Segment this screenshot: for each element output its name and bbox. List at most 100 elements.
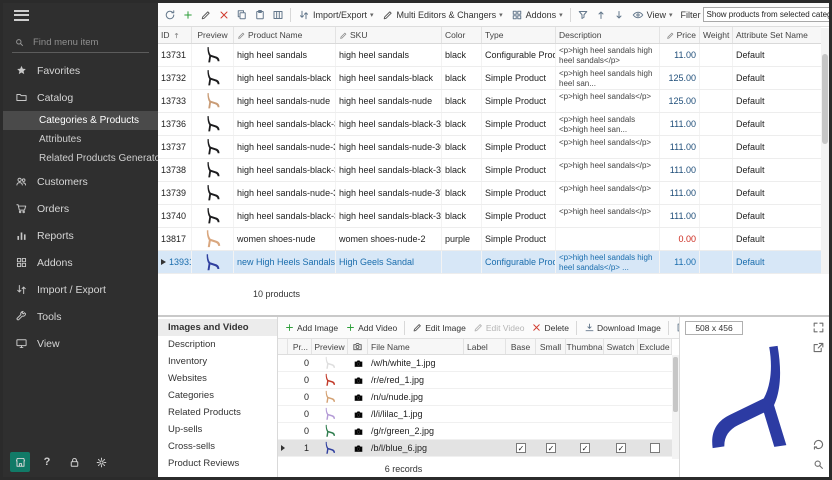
tab-related-products[interactable]: Related Products xyxy=(158,404,277,421)
sidebar-item-attributes[interactable]: Attributes xyxy=(3,130,158,149)
fullscreen-button[interactable] xyxy=(812,321,825,334)
lock-button[interactable] xyxy=(64,452,84,472)
sidebar-item-orders[interactable]: Orders xyxy=(3,195,158,222)
product-row[interactable]: 13738 high heel sandals-black-37 high he… xyxy=(158,159,821,182)
exclude-checkbox[interactable] xyxy=(650,443,660,453)
menu-search-input[interactable] xyxy=(31,36,139,49)
add-image-button[interactable]: Add Image xyxy=(282,321,340,334)
zoom-button[interactable] xyxy=(812,458,825,471)
detail-tabs: Images and Video Description Inventory W… xyxy=(158,317,278,477)
sidebar-item-customers[interactable]: Customers xyxy=(3,168,158,195)
product-row[interactable]: 13732 high heel sandals-black high heel … xyxy=(158,67,821,90)
product-row[interactable]: 13739 high heel sandals-nude-37 high hee… xyxy=(158,182,821,205)
thumbnail-checkbox[interactable] xyxy=(580,443,590,453)
store-button[interactable] xyxy=(10,452,30,472)
column-header-exclude[interactable]: Exclude xyxy=(638,339,672,354)
sort-descending-button[interactable] xyxy=(611,7,627,23)
tab-product-reviews[interactable]: Product Reviews xyxy=(158,455,277,472)
column-header-file-name[interactable]: File Name xyxy=(368,339,464,354)
columns-button[interactable] xyxy=(270,7,286,23)
sidebar-item-favorites[interactable]: Favorites xyxy=(3,57,158,84)
images-grid-scrollbar[interactable] xyxy=(672,355,679,459)
sort-ascending-button[interactable] xyxy=(593,7,609,23)
tab-up-sells[interactable]: Up-sells xyxy=(158,421,277,438)
view-button[interactable]: View▾ xyxy=(629,7,676,23)
tab-cross-sells[interactable]: Cross-sells xyxy=(158,438,277,455)
help-button[interactable]: ? xyxy=(37,452,57,472)
column-header-color[interactable]: Color xyxy=(442,27,482,43)
column-header-camera[interactable] xyxy=(348,339,368,354)
sidebar-item-reports[interactable]: Reports xyxy=(3,222,158,249)
column-header-weight[interactable]: Weight xyxy=(700,27,733,43)
sidebar-item-catalog[interactable]: Catalog xyxy=(3,84,158,111)
image-row[interactable]: 0 /l/i/lilac_1.jpg xyxy=(278,406,672,423)
image-size-field[interactable]: 508 x 456 xyxy=(685,321,743,335)
sidebar-item-tools[interactable]: Tools xyxy=(3,303,158,330)
product-row[interactable]: 13817 women shoes-nude women shoes-nude-… xyxy=(158,228,821,251)
sidebar-item-addons[interactable]: Addons xyxy=(3,249,158,276)
product-row[interactable]: 13733 high heel sandals-nude high heel s… xyxy=(158,90,821,113)
open-external-button[interactable] xyxy=(812,341,825,354)
column-header-type[interactable]: Type xyxy=(482,27,556,43)
edit-product-button[interactable] xyxy=(198,7,214,23)
tab-description[interactable]: Description xyxy=(158,336,277,353)
image-row[interactable]: 0 /g/r/green_2.jpg xyxy=(278,423,672,440)
addons-button[interactable]: Addons▾ xyxy=(508,7,566,23)
column-header-thumbnail[interactable]: Thumbna xyxy=(566,339,604,354)
tab-images-and-video[interactable]: Images and Video xyxy=(158,319,277,336)
column-header-attribute-set[interactable]: Attribute Set Name xyxy=(733,27,821,43)
column-header-position[interactable]: Pr... xyxy=(288,339,312,354)
delete-image-button[interactable]: Delete xyxy=(529,321,571,334)
rotate-button[interactable] xyxy=(812,438,825,451)
scrollbar-thumb[interactable] xyxy=(822,54,828,144)
filter-funnel-button[interactable] xyxy=(575,7,591,23)
paste-button[interactable] xyxy=(252,7,268,23)
sidebar-item-import-export[interactable]: Import / Export xyxy=(3,276,158,303)
products-grid-scrollbar[interactable] xyxy=(821,28,829,274)
column-header-product-name[interactable]: Product Name xyxy=(234,27,336,43)
sidebar-item-view[interactable]: View xyxy=(3,330,158,357)
download-image-button[interactable]: Download Image xyxy=(582,321,663,334)
product-row[interactable]: 13740 high heel sandals-black-38 high he… xyxy=(158,205,821,228)
column-header-small[interactable]: Small xyxy=(536,339,566,354)
scrollbar-thumb[interactable] xyxy=(673,357,678,412)
image-row[interactable]: 0 /w/h/white_1.jpg xyxy=(278,355,672,372)
multi-editors-button[interactable]: Multi Editors & Changers▾ xyxy=(379,7,506,23)
sidebar-item-related-products-generator[interactable]: Related Products Generator xyxy=(3,149,158,168)
product-row-selected[interactable]: 13931 new High Heels Sandals High Geels … xyxy=(158,251,821,274)
copy-button[interactable] xyxy=(234,7,250,23)
product-row[interactable]: 13736 high heel sandals-black-36 high he… xyxy=(158,113,821,136)
swatch-checkbox[interactable] xyxy=(616,443,626,453)
column-header-description[interactable]: Description xyxy=(556,27,660,43)
settings-button[interactable] xyxy=(91,452,111,472)
column-header-preview[interactable]: Preview xyxy=(312,339,348,354)
image-row[interactable]: 0 /n/u/nude.jpg xyxy=(278,389,672,406)
camera-icon xyxy=(352,341,363,352)
add-video-button[interactable]: Add Video xyxy=(343,321,399,334)
add-product-button[interactable] xyxy=(180,7,196,23)
sidebar-item-categories-products[interactable]: Categories & Products xyxy=(3,111,158,130)
column-header-base[interactable]: Base xyxy=(506,339,536,354)
column-header-sku[interactable]: SKU xyxy=(336,27,442,43)
column-header-preview[interactable]: Preview xyxy=(192,27,234,43)
tab-categories[interactable]: Categories xyxy=(158,387,277,404)
refresh-button[interactable] xyxy=(162,7,178,23)
column-header-swatch[interactable]: Swatch xyxy=(604,339,638,354)
column-header-id[interactable]: ID xyxy=(158,27,192,43)
image-row-selected[interactable]: 1 /b/l/blue_6.jpg xyxy=(278,440,672,457)
filter-select[interactable]: Show products from selected categories ▾ xyxy=(703,7,829,22)
small-checkbox[interactable] xyxy=(546,443,556,453)
tab-inventory[interactable]: Inventory xyxy=(158,353,277,370)
column-header-label[interactable]: Label xyxy=(464,339,506,354)
base-checkbox[interactable] xyxy=(516,443,526,453)
image-row[interactable]: 0 /r/e/red_1.jpg xyxy=(278,372,672,389)
product-row[interactable]: 13737 high heel sandals-nude-36 high hee… xyxy=(158,136,821,159)
tab-websites[interactable]: Websites xyxy=(158,370,277,387)
column-header-price[interactable]: Price xyxy=(660,27,700,43)
cell-price: 111.00 xyxy=(660,205,700,227)
import-export-button[interactable]: Import/Export▾ xyxy=(295,7,377,23)
delete-product-button[interactable] xyxy=(216,7,232,23)
hamburger-menu-icon[interactable] xyxy=(14,10,29,21)
edit-image-button[interactable]: Edit Image xyxy=(410,321,468,334)
product-row[interactable]: 13731 high heel sandals high heel sandal… xyxy=(158,44,821,67)
